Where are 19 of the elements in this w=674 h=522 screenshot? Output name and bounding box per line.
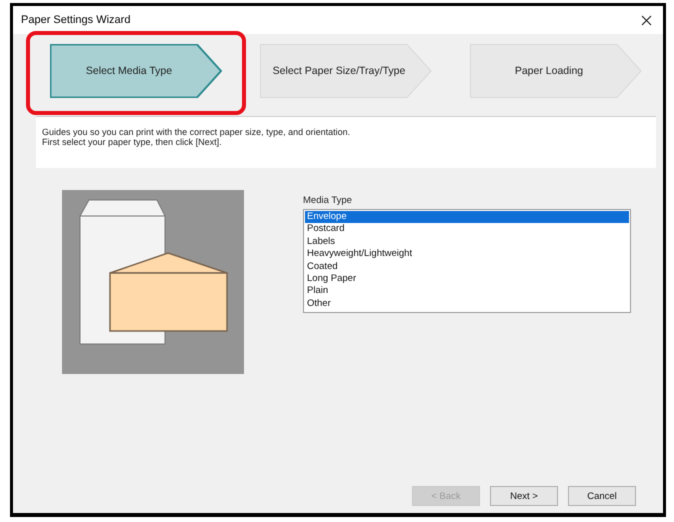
- wizard-step[interactable]: Paper Loading: [470, 44, 642, 98]
- description-text: Guides you so you can print with the correct paper size, type, and orientation.: [42, 127, 352, 137]
- list-item[interactable]: Plain: [305, 285, 629, 298]
- close-icon: [640, 14, 652, 26]
- description-text: First select your paper type, then click [Next].: [42, 137, 223, 147]
- wizard-step[interactable]: Select Paper Size/Tray/Type: [260, 44, 432, 98]
- media-type-list[interactable]: Envelope Postcard Labels Heavyweight/Lightweight Coated Long Paper Plain Other: [303, 209, 631, 313]
- dialog-button[interactable]: Next >: [490, 486, 558, 506]
- dialog-button[interactable]: Cancel: [568, 486, 636, 506]
- media-type-label: Media Type: [303, 195, 353, 206]
- list-item[interactable]: Coated: [305, 260, 629, 274]
- list-item[interactable]: Heavyweight/Lightweight: [305, 248, 629, 261]
- list-item[interactable]: Long Paper: [305, 273, 629, 286]
- list-item[interactable]: Other: [305, 298, 629, 310]
- window-title: Paper Settings Wizard: [21, 14, 130, 26]
- list-item[interactable]: Labels: [305, 236, 629, 248]
- wizard-step[interactable]: Select Media Type: [50, 44, 222, 98]
- list-item[interactable]: Postcard: [305, 223, 629, 236]
- list-item[interactable]: Envelope: [305, 211, 629, 224]
